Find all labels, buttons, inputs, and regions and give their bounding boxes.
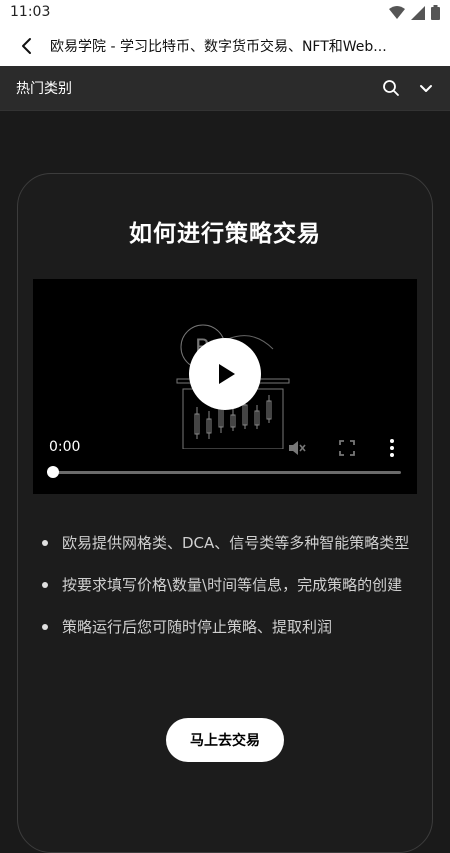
back-arrow-icon[interactable] [16,35,38,57]
more-vert-icon[interactable] [385,438,399,458]
video-player[interactable]: B 0:00 [33,279,417,494]
video-current-time: 0:00 [49,439,81,455]
category-bar: 热门类别 [0,66,450,111]
list-item: 策略运行后您可随时停止策略、提取利润 [42,614,422,640]
wifi-icon [389,5,405,19]
page-title: 欧易学院 - 学习比特币、数字货币交易、NFT和Web... [50,39,387,55]
card-title: 如何进行策略交易 [129,221,321,247]
video-progress-thumb[interactable] [47,466,59,478]
signal-icon [411,5,425,20]
video-progress-track[interactable] [53,471,401,474]
play-button[interactable] [189,338,261,410]
bullet-dot-icon [42,624,48,630]
bullet-dot-icon [42,582,48,588]
battery-icon [431,5,440,20]
bullet-dot-icon [42,540,48,546]
list-item: 按要求填写价格\数量\时间等信息，完成策略的创建 [42,572,422,598]
category-label[interactable]: 热门类别 [16,78,72,98]
list-item: 欧易提供网格类、DCA、信号类等多种智能策略类型 [42,530,422,556]
mute-icon[interactable] [287,438,307,458]
status-time: 11:03 [10,4,51,20]
feature-list: 欧易提供网格类、DCA、信号类等多种智能策略类型 按要求填写价格\数量\时间等信… [42,530,422,656]
fullscreen-icon[interactable] [338,439,356,457]
trade-now-button[interactable]: 马上去交易 [166,718,284,762]
chevron-down-icon[interactable] [418,80,434,96]
search-icon[interactable] [382,79,400,97]
list-item-text: 策略运行后您可随时停止策略、提取利润 [62,618,333,636]
list-item-text: 欧易提供网格类、DCA、信号类等多种智能策略类型 [62,534,410,552]
status-icons [389,5,440,20]
list-item-text: 按要求填写价格\数量\时间等信息，完成策略的创建 [62,576,403,594]
app-bar: 欧易学院 - 学习比特币、数字货币交易、NFT和Web... [0,26,450,66]
status-bar: 11:03 [0,0,450,26]
play-icon [219,364,235,384]
